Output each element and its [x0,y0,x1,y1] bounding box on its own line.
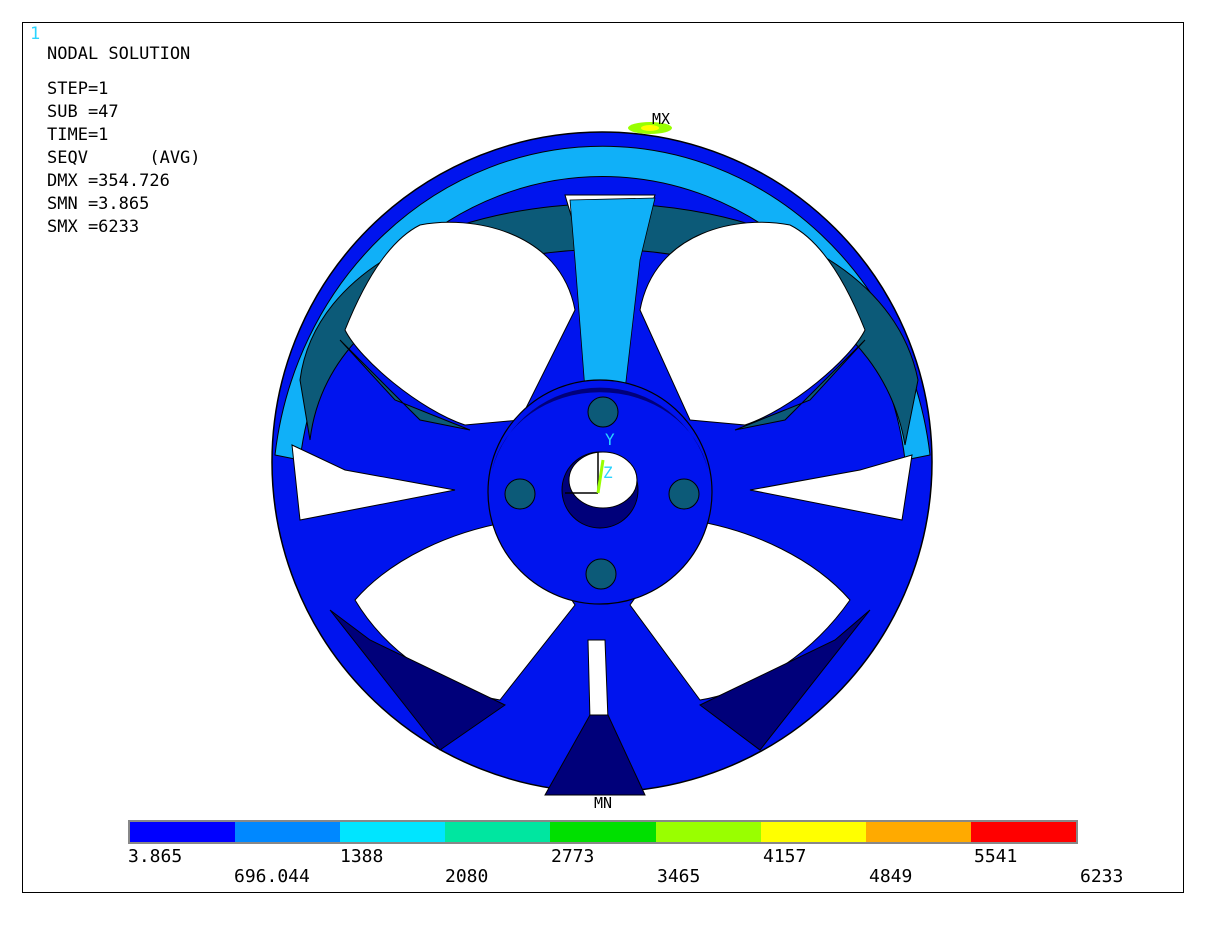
legend-label-6: 3465 [657,866,701,887]
bolt-hole-bottom [585,558,617,590]
contour-legend-bar [128,820,1078,844]
legend-label-7: 4157 [763,846,807,867]
min-marker-label: MN [594,794,612,812]
legend-swatch-8 [865,822,971,842]
legend-swatch-9 [970,822,1076,842]
wheel-contour-plot: Y Z MX MN [271,110,933,812]
legend-label-1: 3.865 [128,846,183,867]
axis-y-label: Y [605,430,615,449]
bolt-hole-top [587,396,619,428]
legend-swatch-3 [340,822,446,842]
legend-label-4: 2080 [445,866,489,887]
legend-label-2: 696.044 [234,866,310,887]
legend-swatch-1 [130,822,236,842]
legend-label-9: 5541 [974,846,1018,867]
legend-label-8: 4849 [869,866,913,887]
legend-swatch-4 [445,822,551,842]
legend-swatch-5 [550,822,656,842]
legend-swatch-7 [760,822,866,842]
legend-swatch-6 [655,822,761,842]
legend-label-3: 1388 [340,846,384,867]
axis-z-label: Z [603,463,613,482]
opening-bottom [587,639,609,721]
bolt-hole-right [668,478,700,510]
legend-label-5: 2773 [551,846,595,867]
max-marker-label: MX [652,110,670,128]
legend-swatch-2 [235,822,341,842]
bolt-hole-left [504,478,536,510]
legend-label-10: 6233 [1080,866,1124,887]
